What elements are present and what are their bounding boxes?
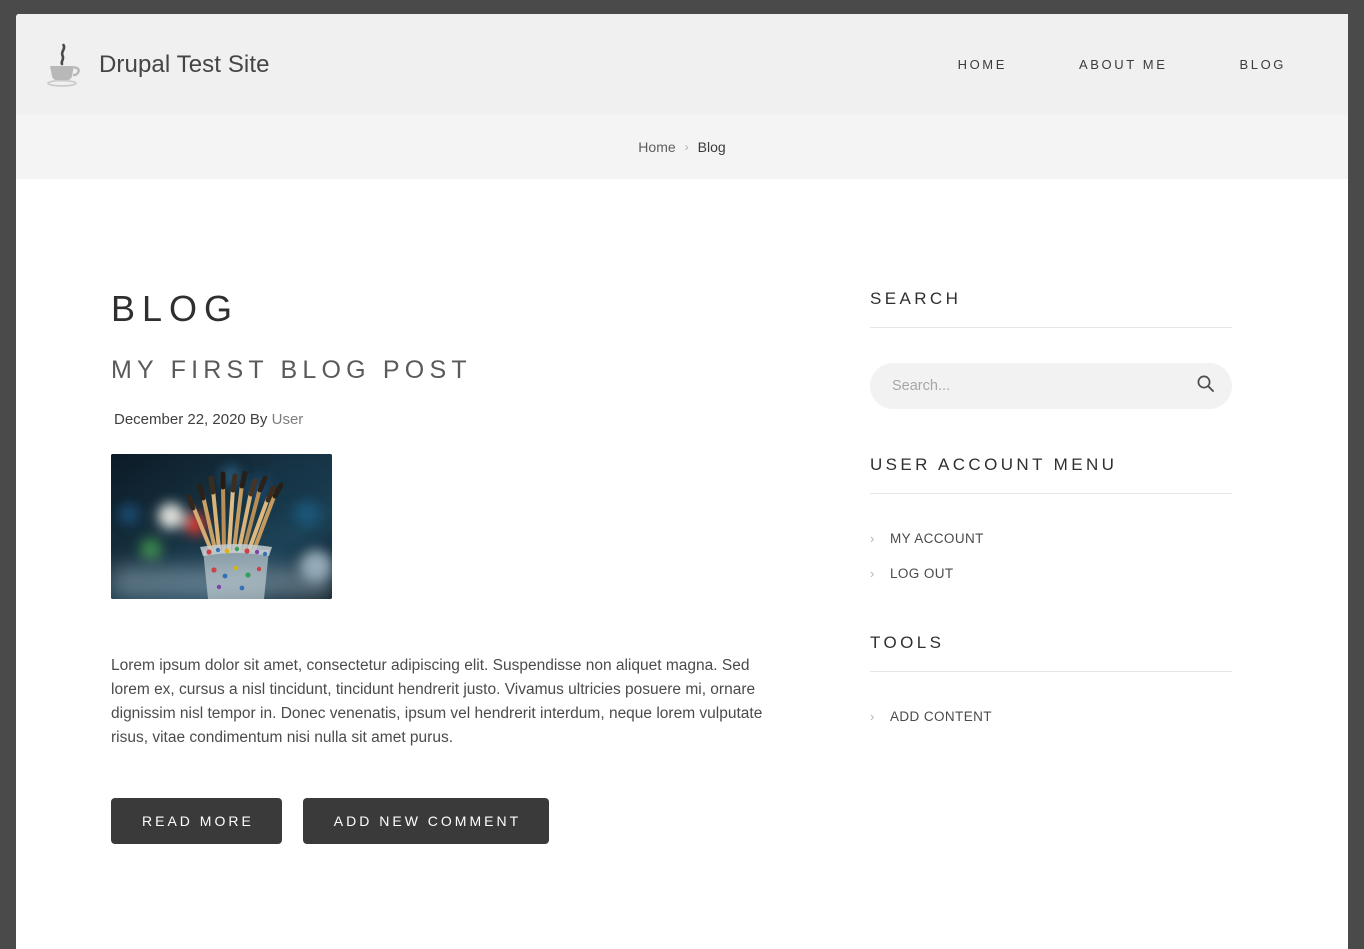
- read-more-button[interactable]: READ MORE: [111, 797, 282, 844]
- main-column: BLOG MY FIRST BLOG POST December 22, 202…: [16, 289, 796, 844]
- content-area: BLOG MY FIRST BLOG POST December 22, 202…: [16, 179, 1348, 844]
- post-author-link[interactable]: User: [272, 411, 304, 428]
- page-title: BLOG: [111, 288, 240, 329]
- breadcrumb-item-home[interactable]: Home: [638, 139, 675, 155]
- nav-item-blog[interactable]: BLOG: [1203, 47, 1304, 82]
- search-field-wrapper[interactable]: [870, 363, 1232, 409]
- nav-item-about-me[interactable]: ABOUT ME: [1043, 47, 1203, 82]
- divider: [870, 671, 1232, 672]
- post-actions: READ MORE ADD NEW COMMENT: [111, 797, 776, 844]
- post-body-text: Lorem ipsum dolor sit amet, consectetur …: [111, 656, 763, 746]
- menu-item-label[interactable]: ADD CONTENT: [890, 709, 992, 724]
- post-date: December 22, 2020: [114, 410, 246, 428]
- search-icon[interactable]: [1197, 375, 1214, 397]
- coffee-cup-icon: [43, 43, 83, 87]
- chevron-right-icon: ›: [870, 531, 875, 546]
- add-new-comment-button[interactable]: ADD NEW COMMENT: [302, 797, 550, 844]
- menu-item-add-content[interactable]: › ADD CONTENT: [870, 709, 1176, 724]
- breadcrumb-bar: Home › Blog: [16, 115, 1348, 179]
- search-block-heading: SEARCH: [870, 289, 962, 308]
- sidebar-block-tools: TOOLS › ADD CONTENT: [870, 633, 1232, 724]
- chevron-right-icon: ›: [870, 709, 875, 724]
- breadcrumb: Home › Blog: [638, 139, 725, 155]
- menu-item-label[interactable]: MY ACCOUNT: [890, 531, 984, 546]
- nav-item-home[interactable]: HOME: [922, 47, 1043, 82]
- page-frame: Drupal Test Site HOME ABOUT ME BLOG Home…: [16, 14, 1348, 949]
- post-by-word: By: [249, 410, 268, 428]
- post-title: MY FIRST BLOG POST: [111, 355, 472, 384]
- site-header: Drupal Test Site HOME ABOUT ME BLOG: [16, 14, 1348, 115]
- divider: [870, 493, 1232, 494]
- site-brand[interactable]: Drupal Test Site: [43, 43, 270, 87]
- main-navigation: HOME ABOUT ME BLOG: [922, 47, 1304, 82]
- user-account-menu-list: › MY ACCOUNT › LOG OUT: [870, 531, 1176, 581]
- menu-item-log-out[interactable]: › LOG OUT: [870, 566, 1176, 581]
- breadcrumb-item-current: Blog: [697, 139, 726, 155]
- tools-menu-list: › ADD CONTENT: [870, 709, 1176, 724]
- account-block-heading: USER ACCOUNT MENU: [870, 455, 1118, 474]
- site-title: Drupal Test Site: [99, 50, 270, 78]
- menu-item-my-account[interactable]: › MY ACCOUNT: [870, 531, 1176, 546]
- sidebar-block-search: SEARCH: [870, 289, 1232, 409]
- post-thumbnail-image[interactable]: [111, 453, 332, 599]
- divider: [870, 327, 1232, 328]
- sidebar: SEARCH USER ACCOUNT MENU: [796, 289, 1232, 844]
- menu-item-label[interactable]: LOG OUT: [890, 566, 954, 581]
- post-meta: December 22, 2020 By User: [111, 411, 776, 428]
- tools-block-heading: TOOLS: [870, 633, 945, 652]
- chevron-right-icon: ›: [870, 566, 875, 581]
- sidebar-block-user-account-menu: USER ACCOUNT MENU › MY ACCOUNT › LOG OUT: [870, 455, 1232, 581]
- search-input[interactable]: [892, 378, 1197, 394]
- chevron-right-icon: ›: [684, 140, 689, 154]
